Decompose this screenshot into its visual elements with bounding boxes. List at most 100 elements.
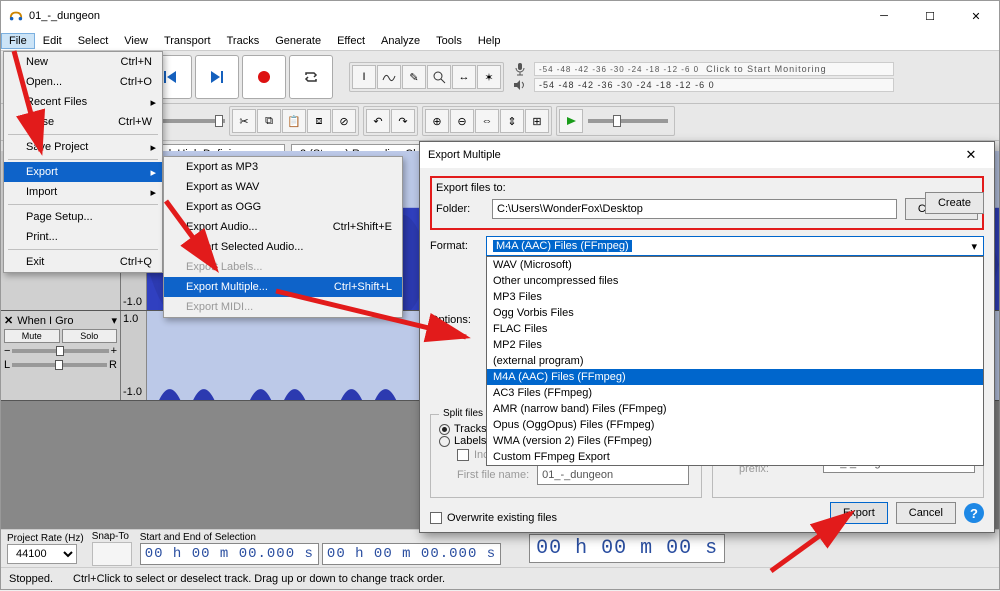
file-exit[interactable]: ExitCtrl+Q [4, 252, 162, 272]
copy-icon[interactable]: ⧉ [257, 109, 281, 133]
dialog-close-icon[interactable]: ✕ [956, 147, 986, 163]
close-button[interactable]: ✕ [953, 1, 999, 31]
file-open[interactable]: Open...Ctrl+O [4, 72, 162, 92]
file-save-project[interactable]: Save Project [4, 137, 162, 157]
zoom-out-icon[interactable]: ⊖ [450, 109, 474, 133]
play-at-speed-icon[interactable] [559, 109, 583, 133]
format-label: Format: [430, 240, 478, 252]
options-label: Options: [430, 314, 478, 326]
menu-help[interactable]: Help [470, 33, 509, 49]
export-labels: Export Labels... [164, 257, 402, 277]
export-multiple[interactable]: Export Multiple...Ctrl+Shift+L [164, 277, 402, 297]
play-speed-slider[interactable] [588, 119, 668, 123]
format-opt-amr[interactable]: AMR (narrow band) Files (FFmpeg) [487, 401, 983, 417]
solo-button-2[interactable]: Solo [62, 329, 118, 343]
menu-select[interactable]: Select [70, 33, 117, 49]
format-opt-mp3[interactable]: MP3 Files [487, 289, 983, 305]
export-audio[interactable]: Export Audio...Ctrl+Shift+E [164, 217, 402, 237]
timeshift-tool-icon[interactable]: ↔ [452, 65, 476, 89]
export-wav[interactable]: Export as WAV [164, 177, 402, 197]
redo-icon[interactable]: ↷ [391, 109, 415, 133]
menu-tracks[interactable]: Tracks [219, 33, 268, 49]
skip-end-button[interactable] [195, 55, 239, 99]
window-title: 01_-_dungeon [29, 10, 100, 22]
folder-input[interactable] [492, 199, 897, 219]
format-opt-other[interactable]: Other uncompressed files [487, 273, 983, 289]
mute-button-2[interactable]: Mute [4, 329, 60, 343]
audio-position[interactable]: 00 h 00 m 00 s [529, 534, 725, 563]
menu-tools[interactable]: Tools [428, 33, 470, 49]
export-to-label: Export files to: [436, 182, 978, 194]
export-ogg[interactable]: Export as OGG [164, 197, 402, 217]
menu-generate[interactable]: Generate [267, 33, 329, 49]
menu-edit[interactable]: Edit [35, 33, 70, 49]
selection-start[interactable]: 00 h 00 m 00.000 s [140, 543, 319, 565]
minimize-button[interactable]: ─ [861, 1, 907, 31]
format-opt-wma[interactable]: WMA (version 2) Files (FFmpeg) [487, 433, 983, 449]
track-2-ruler: 1.0-1.0 [121, 311, 147, 400]
format-select[interactable]: M4A (AAC) Files (FFmpeg)▾ [486, 236, 984, 256]
maximize-button[interactable]: ☐ [907, 1, 953, 31]
loop-button[interactable] [289, 55, 333, 99]
selection-end[interactable]: 00 h 00 m 00.000 s [322, 543, 501, 565]
format-opt-m4a[interactable]: M4A (AAC) Files (FFmpeg) [487, 369, 983, 385]
export-button[interactable]: Export [830, 502, 888, 524]
cut-icon[interactable]: ✂ [232, 109, 256, 133]
zoom-in-icon[interactable]: ⊕ [425, 109, 449, 133]
menu-analyze[interactable]: Analyze [373, 33, 428, 49]
project-rate-select[interactable]: 44100 [7, 544, 77, 564]
undo-icon[interactable]: ↶ [366, 109, 390, 133]
cancel-button[interactable]: Cancel [896, 502, 956, 524]
first-file-input [537, 465, 689, 485]
file-export[interactable]: Export [4, 162, 162, 182]
silence-icon[interactable]: ⊘ [332, 109, 356, 133]
recording-meter[interactable]: -54 -48 -42 -36 -30 -24 -18 -12 -6 0 Cli… [512, 62, 894, 76]
file-new[interactable]: NewCtrl+N [4, 52, 162, 72]
app-icon [9, 9, 23, 23]
menu-effect[interactable]: Effect [329, 33, 373, 49]
format-opt-flac[interactable]: FLAC Files [487, 321, 983, 337]
format-opt-mp2[interactable]: MP2 Files [487, 337, 983, 353]
menu-transport[interactable]: Transport [156, 33, 219, 49]
zoom-toggle-icon[interactable]: ⊞ [525, 109, 549, 133]
format-opt-opus[interactable]: Opus (OggOpus) Files (FFmpeg) [487, 417, 983, 433]
folder-label: Folder: [436, 203, 484, 215]
fit-project-icon[interactable]: ⇕ [500, 109, 524, 133]
file-close[interactable]: CloseCtrl+W [4, 112, 162, 132]
track-2-panel[interactable]: ✕When I Gro▾ MuteSolo −+ LR [1, 311, 121, 400]
snap-to-toggle[interactable] [92, 542, 132, 566]
export-mp3[interactable]: Export as MP3 [164, 157, 402, 177]
file-recent[interactable]: Recent Files [4, 92, 162, 112]
help-icon[interactable]: ? [964, 503, 984, 523]
format-opt-wav[interactable]: WAV (Microsoft) [487, 257, 983, 273]
format-opt-ac3[interactable]: AC3 Files (FFmpeg) [487, 385, 983, 401]
envelope-tool-icon[interactable] [377, 65, 401, 89]
paste-icon[interactable]: 📋 [282, 109, 306, 133]
export-multiple-dialog: Export Multiple ✕ Export files to: Folde… [419, 141, 995, 533]
file-import[interactable]: Import [4, 182, 162, 202]
playback-meter[interactable]: -54 -48 -42 -36 -30 -24 -18 -12 -6 0 [512, 78, 894, 92]
create-button[interactable]: Create [925, 192, 984, 214]
multi-tool-icon[interactable]: ✶ [477, 65, 501, 89]
format-opt-ogg[interactable]: Ogg Vorbis Files [487, 305, 983, 321]
gain-slider-2[interactable] [12, 349, 108, 353]
snap-to-label: Snap-To [92, 531, 132, 542]
record-button[interactable] [242, 55, 286, 99]
project-rate-label: Project Rate (Hz) [7, 533, 84, 544]
trim-icon[interactable]: ⧈ [307, 109, 331, 133]
fit-selection-icon[interactable]: ⇔ [475, 109, 499, 133]
zoom-tool-icon[interactable] [427, 65, 451, 89]
format-opt-external[interactable]: (external program) [487, 353, 983, 369]
menu-file[interactable]: File [1, 33, 35, 49]
speaker-meter-icon [512, 78, 528, 92]
file-page-setup[interactable]: Page Setup... [4, 207, 162, 227]
track-2-close-icon[interactable]: ✕ [4, 314, 13, 327]
format-opt-custom[interactable]: Custom FFmpeg Export [487, 449, 983, 465]
file-print[interactable]: Print... [4, 227, 162, 247]
selection-tool-icon[interactable]: I [352, 65, 376, 89]
pan-slider-2[interactable] [12, 363, 107, 367]
export-submenu: Export as MP3 Export as WAV Export as OG… [163, 156, 403, 318]
draw-tool-icon[interactable]: ✎ [402, 65, 426, 89]
menu-view[interactable]: View [116, 33, 156, 49]
export-selected[interactable]: Export Selected Audio... [164, 237, 402, 257]
